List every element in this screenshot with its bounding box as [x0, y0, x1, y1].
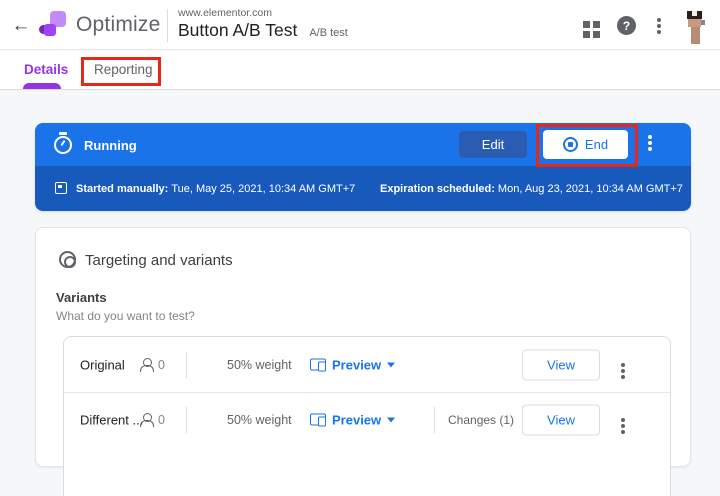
- preview-label: Preview: [332, 357, 381, 372]
- preview-link[interactable]: Preview: [310, 357, 395, 372]
- help-icon[interactable]: ?: [617, 16, 636, 35]
- visitors-icon: [139, 358, 153, 372]
- devices-icon: [310, 358, 326, 371]
- variants-table: Original 0 50% weight Preview View Diffe…: [63, 336, 671, 496]
- experiment-type-badge: A/B test: [309, 27, 348, 39]
- experiment-title: Button A/B Test: [178, 20, 297, 41]
- apps-grid-icon[interactable]: [583, 21, 590, 28]
- cell-divider: [186, 407, 187, 433]
- expiration-date: Expiration scheduled:Mon, Aug 23, 2021, …: [380, 183, 683, 195]
- annotation-red-box-reporting: [81, 57, 161, 86]
- variants-heading: Variants: [56, 290, 107, 305]
- variant-weight: 50% weight: [227, 413, 292, 427]
- preview-link[interactable]: Preview: [310, 413, 395, 428]
- expiration-label: Expiration scheduled:: [380, 183, 495, 195]
- calendar-icon: [55, 182, 67, 194]
- variant-name: Different ...: [80, 413, 143, 428]
- optimize-logo-icon: [39, 11, 67, 39]
- target-icon: [59, 251, 76, 268]
- status-label: Running: [84, 138, 137, 153]
- active-tab-underline: [23, 83, 61, 89]
- back-arrow-icon[interactable]: ←: [8, 13, 34, 39]
- edit-button[interactable]: Edit: [459, 131, 527, 158]
- variant-row-original: Original 0 50% weight Preview View: [64, 337, 670, 392]
- status-banner-dates: Started manually:Tue, May 25, 2021, 10:3…: [35, 166, 691, 211]
- experiment-title-row: Button A/B Test A/B test: [178, 20, 348, 41]
- targeting-variants-card: Targeting and variants Variants What do …: [35, 227, 691, 467]
- variant-row-different: Different ... 0 50% weight Preview Chang…: [64, 392, 670, 447]
- visitors-icon: [139, 413, 153, 427]
- visitors-count: 0: [158, 413, 165, 427]
- header-divider: [167, 9, 168, 42]
- view-button[interactable]: View: [522, 349, 600, 380]
- variants-question: What do you want to test?: [56, 309, 195, 323]
- banner-more-menu-icon[interactable]: [648, 135, 652, 139]
- user-avatar[interactable]: [684, 8, 708, 46]
- started-label: Started manually:: [76, 183, 168, 195]
- variant-name: Original: [80, 357, 125, 372]
- app-name: Optimize: [76, 13, 160, 37]
- started-date: Started manually:Tue, May 25, 2021, 10:3…: [76, 183, 355, 195]
- chevron-down-icon: [387, 418, 395, 423]
- tab-details[interactable]: Details: [24, 62, 68, 77]
- cell-divider: [434, 407, 435, 433]
- logo-shape-mid: [44, 24, 56, 36]
- header-more-menu-icon[interactable]: [657, 18, 661, 22]
- started-value: Tue, May 25, 2021, 10:34 AM GMT+7: [171, 183, 355, 195]
- changes-count: Changes (1): [448, 413, 514, 427]
- view-button[interactable]: View: [522, 405, 600, 436]
- cell-divider: [186, 352, 187, 378]
- card-title: Targeting and variants: [85, 252, 233, 269]
- variant-weight: 50% weight: [227, 358, 292, 372]
- site-url: www.elementor.com: [178, 7, 272, 19]
- devices-icon: [310, 414, 326, 427]
- row-more-menu-icon[interactable]: [621, 418, 625, 422]
- stopwatch-icon: [54, 136, 72, 154]
- row-more-menu-icon[interactable]: [621, 363, 625, 367]
- preview-label: Preview: [332, 413, 381, 428]
- annotation-red-box-end: [536, 124, 638, 167]
- app-header: ← Optimize www.elementor.com Button A/B …: [0, 0, 720, 50]
- visitors-count: 0: [158, 358, 165, 372]
- chevron-down-icon: [387, 362, 395, 367]
- expiration-value: Mon, Aug 23, 2021, 10:34 AM GMT+7: [498, 183, 683, 195]
